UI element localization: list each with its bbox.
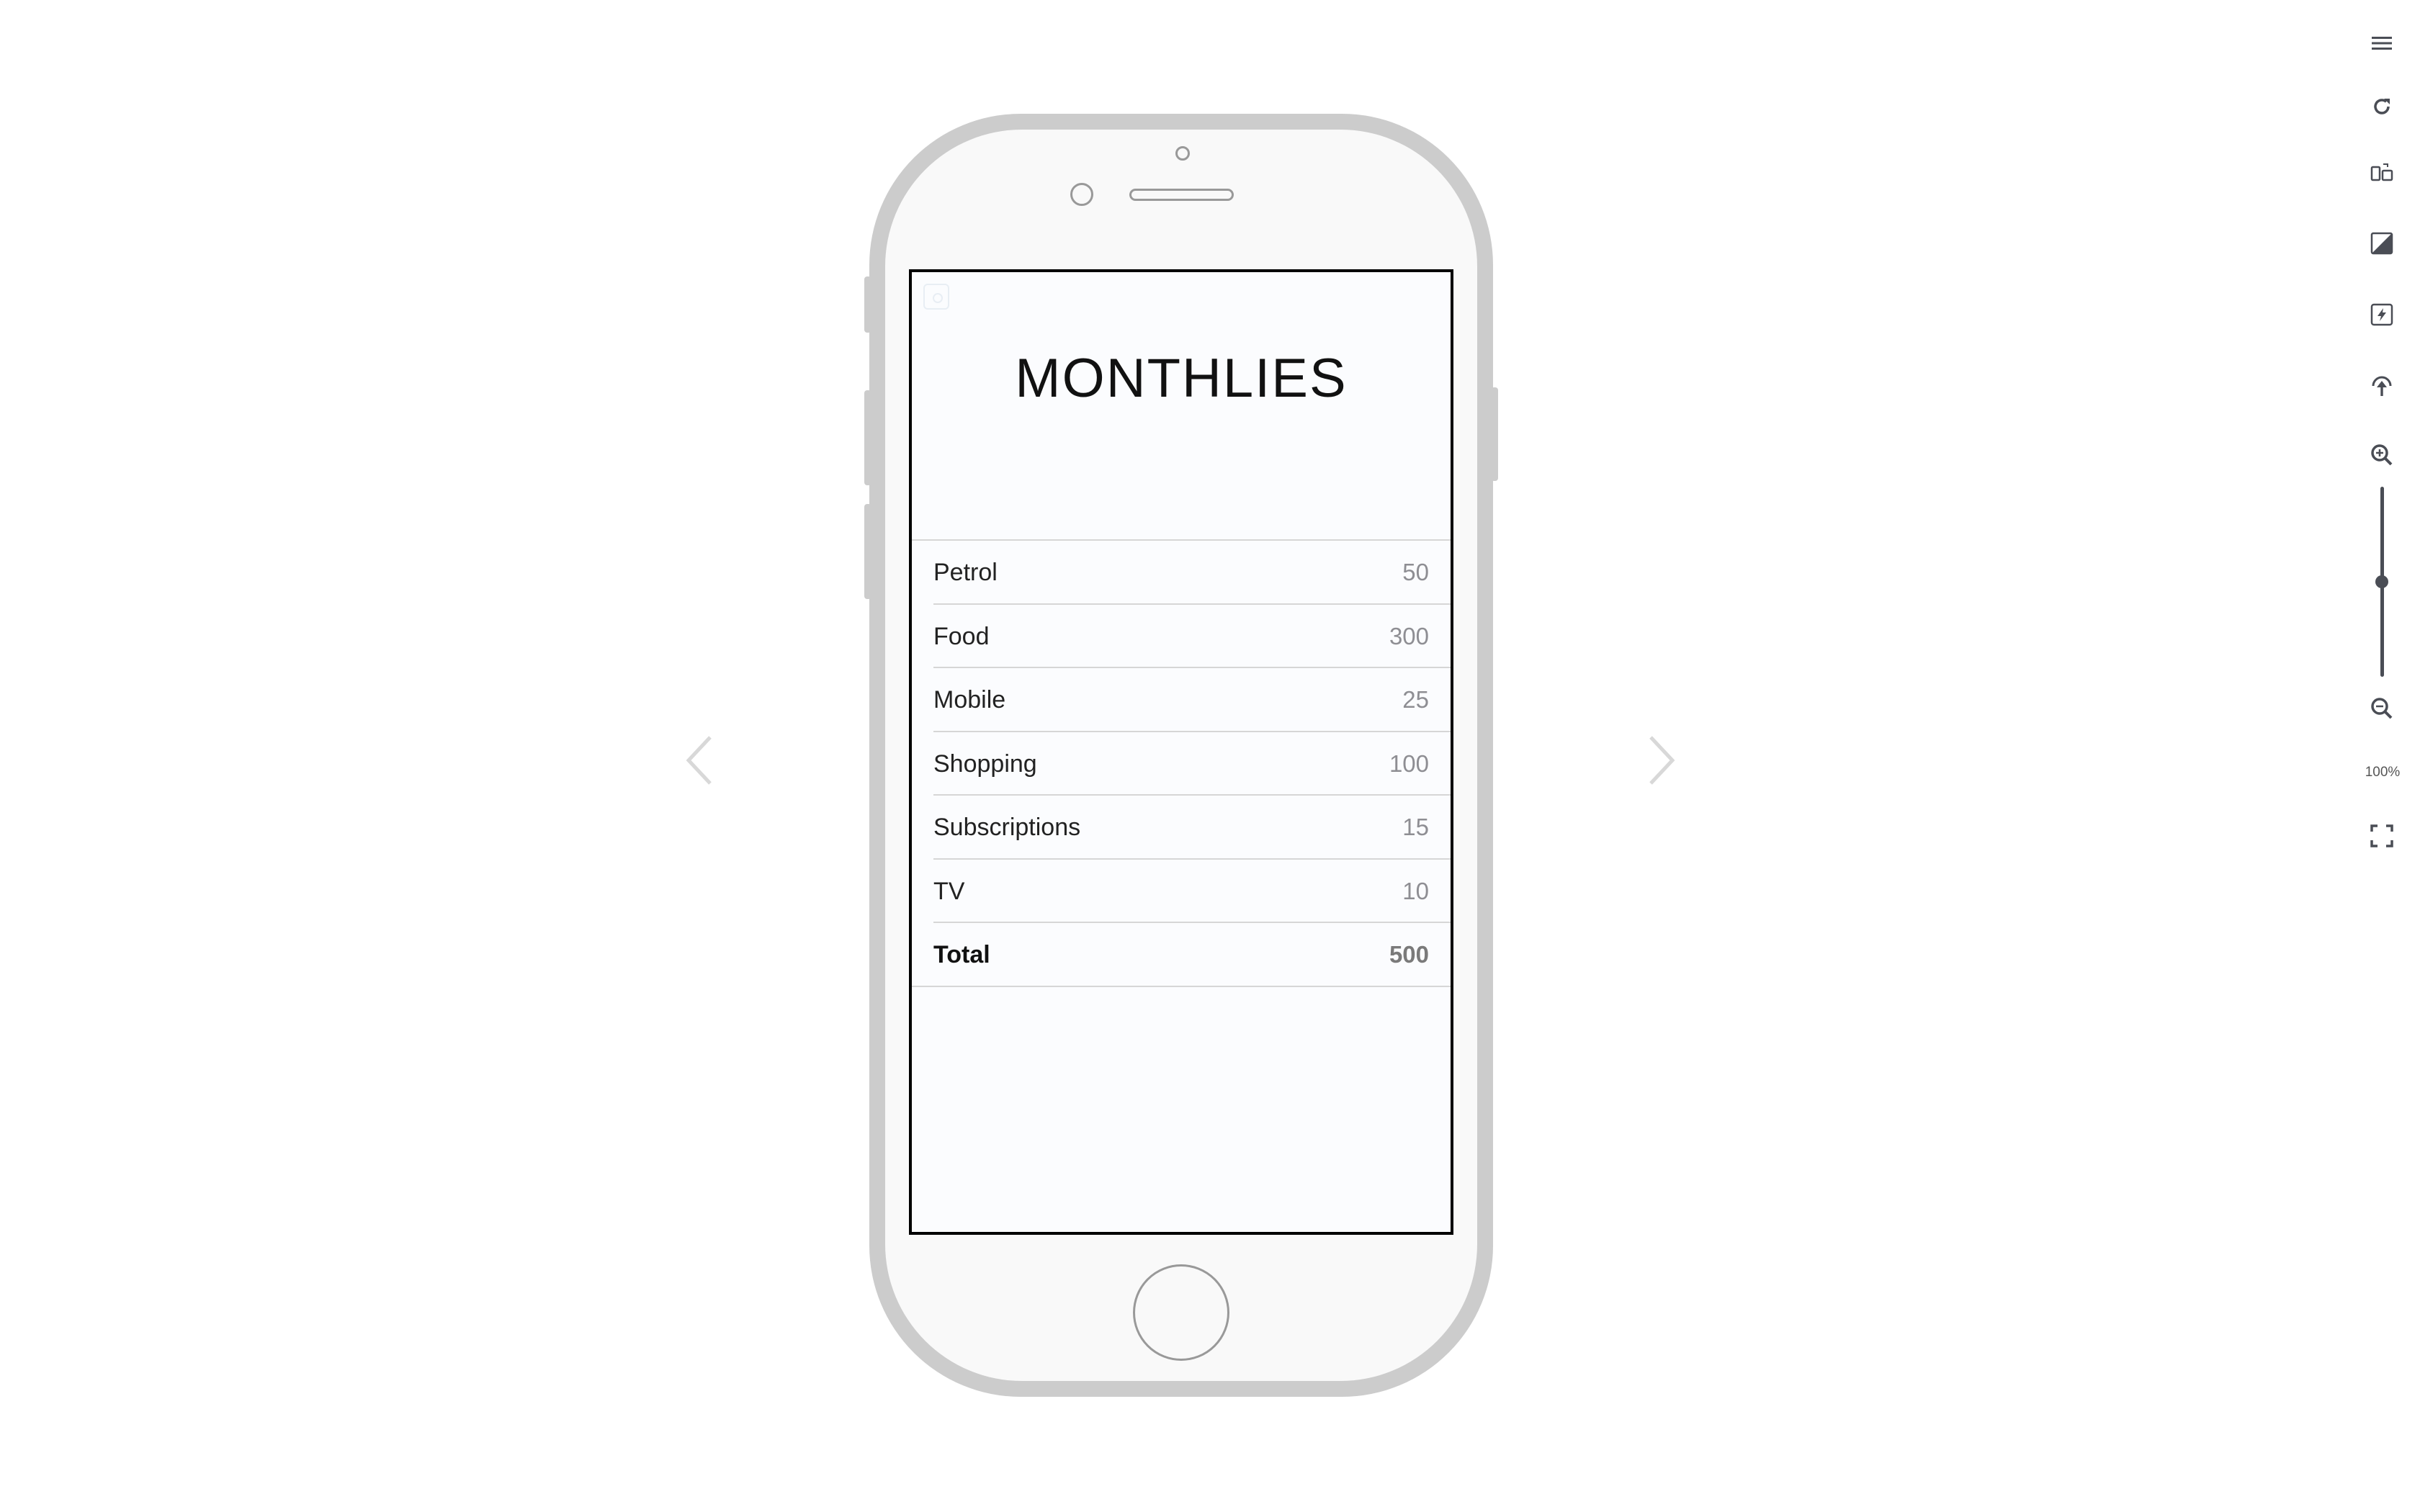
chevron-right-icon — [1649, 736, 1675, 785]
item-value: 25 — [1402, 686, 1429, 713]
item-label: Food — [933, 622, 990, 650]
power-button — [1491, 387, 1498, 481]
item-label: Petrol — [933, 559, 998, 586]
item-label: Subscriptions — [933, 814, 1081, 841]
zoom-level-label: 100% — [2365, 765, 2401, 780]
volume-down-button — [864, 504, 871, 599]
contrast-icon — [2370, 232, 2393, 255]
mute-switch — [864, 276, 871, 333]
device-screen: MONTHLIES Petrol 50 Food 300 Mobile 25 S… — [909, 269, 1453, 1235]
earpiece-speaker — [1129, 189, 1234, 201]
chevron-left-icon — [686, 736, 712, 785]
item-value: 100 — [1389, 750, 1429, 777]
item-value: 10 — [1402, 877, 1429, 904]
expense-list: Petrol 50 Food 300 Mobile 25 Shopping 10… — [912, 539, 1451, 987]
item-label: TV — [933, 877, 965, 905]
upload-icon — [2372, 376, 2392, 396]
zoom-in-button[interactable] — [2367, 441, 2396, 469]
rotate-device-icon — [2370, 163, 2393, 181]
total-row[interactable]: Total 500 — [912, 923, 1451, 987]
contrast-button[interactable] — [2367, 229, 2396, 258]
item-value: 15 — [1402, 814, 1429, 840]
simulator-stage: MONTHLIES Petrol 50 Food 300 Mobile 25 S… — [0, 0, 2420, 1512]
zoom-out-icon — [2371, 698, 2393, 719]
list-item[interactable]: Petrol 50 — [933, 541, 1451, 605]
proximity-sensor — [1175, 146, 1190, 161]
item-value: 300 — [1389, 622, 1429, 649]
front-camera — [1070, 183, 1093, 206]
refresh-icon — [2374, 99, 2390, 114]
flash-button[interactable] — [2367, 300, 2396, 329]
total-value: 500 — [1389, 941, 1429, 968]
volume-up-button — [864, 390, 871, 485]
item-value: 50 — [1402, 559, 1429, 585]
zoom-out-button[interactable] — [2367, 694, 2396, 723]
previous-screen-arrow[interactable] — [678, 733, 722, 788]
menu-icon — [2372, 37, 2392, 50]
upload-button[interactable] — [2367, 372, 2396, 400]
list-item[interactable]: Food 300 — [933, 605, 1451, 668]
list-item[interactable]: TV 10 — [933, 860, 1451, 923]
refresh-button[interactable] — [2367, 92, 2396, 121]
list-item[interactable]: Subscriptions 15 — [933, 796, 1451, 860]
total-label: Total — [933, 941, 990, 968]
home-button[interactable] — [1133, 1264, 1229, 1361]
zoom-in-icon — [2371, 444, 2393, 466]
list-item[interactable]: Mobile 25 — [933, 668, 1451, 732]
rotate-device-button[interactable] — [2367, 159, 2396, 188]
flash-icon — [2370, 303, 2393, 326]
page-title: MONTHLIES — [1015, 348, 1348, 409]
fullscreen-icon — [2370, 824, 2393, 847]
zoom-slider-thumb[interactable] — [2375, 575, 2388, 588]
next-screen-arrow[interactable] — [1639, 733, 1682, 788]
item-label: Mobile — [933, 686, 1006, 714]
fullscreen-button[interactable] — [2367, 822, 2396, 850]
menu-button[interactable] — [2367, 29, 2396, 58]
inspector-icon[interactable] — [923, 284, 949, 310]
item-label: Shopping — [933, 750, 1037, 778]
list-item[interactable]: Shopping 100 — [933, 732, 1451, 796]
